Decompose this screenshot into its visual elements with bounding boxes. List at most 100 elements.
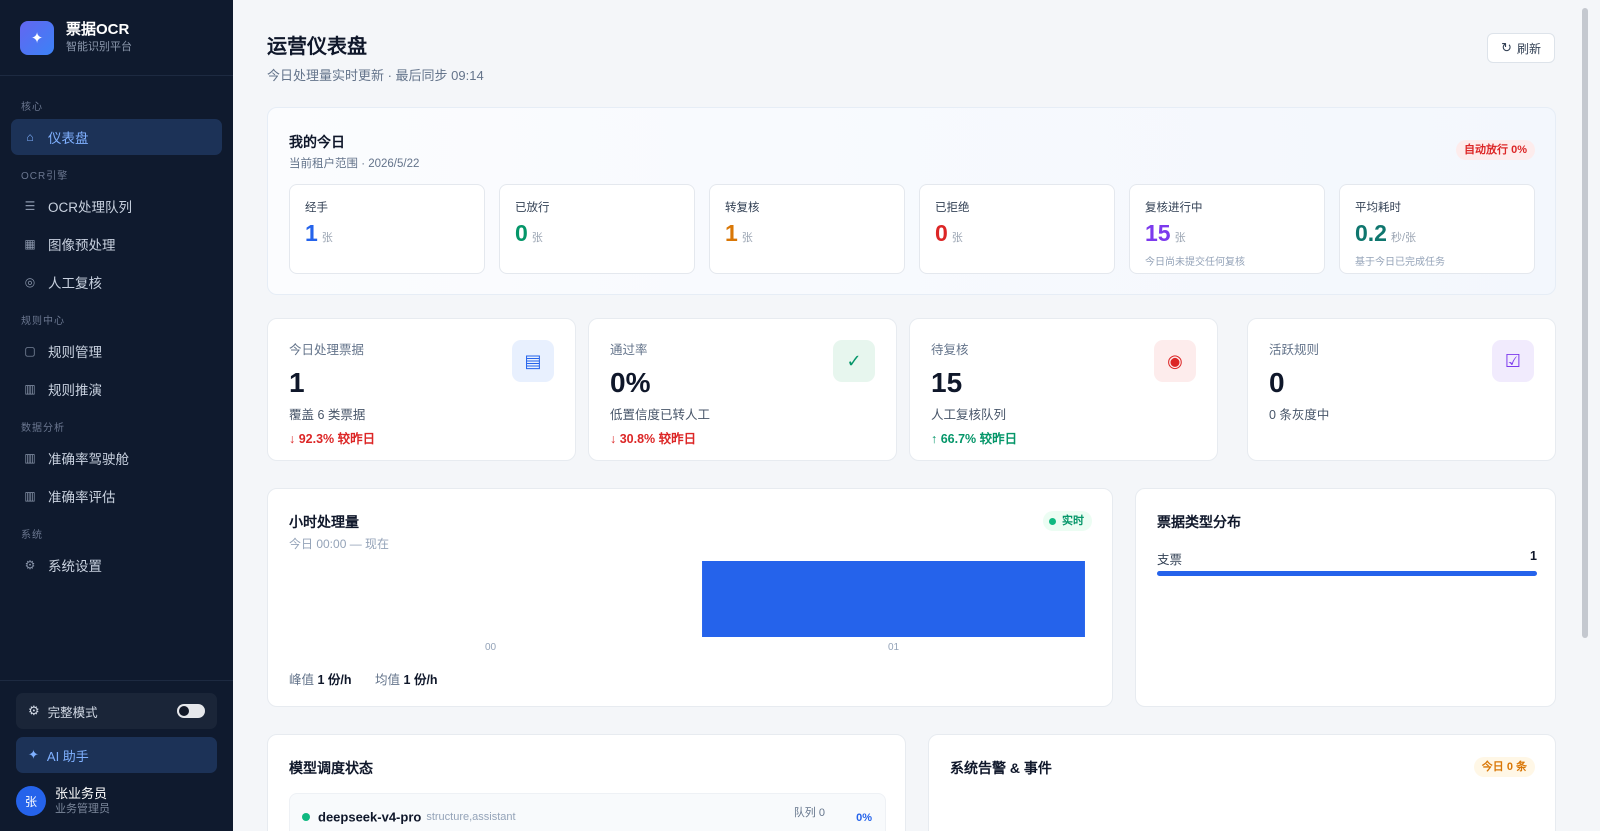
avg-stat: 均值 1 份/h xyxy=(375,673,438,687)
peak-label: 峰值 xyxy=(289,673,315,687)
model-scheduling-panel: 模型调度状态 deepseek-v4-pro structure,assistan… xyxy=(267,734,906,831)
home-icon: ⌂ xyxy=(26,130,34,144)
page-header: 运营仪表盘 今日处理量实时更新 · 最后同步 09:14 ↻ 刷新 xyxy=(267,0,1555,107)
metric-value: 0 xyxy=(515,220,528,246)
ai-assistant-label: AI 助手 xyxy=(46,748,89,764)
eye-icon: ◎ xyxy=(24,275,36,289)
model-tags: structure,assistant xyxy=(426,810,516,823)
bar-chart-icon: ▥ xyxy=(24,489,36,503)
gear-icon: ⚙ xyxy=(28,703,40,718)
sidebar-item-accuracy-eval[interactable]: ▥ 准确率评估 xyxy=(11,478,222,514)
image-grid-icon: ▦ xyxy=(24,237,36,251)
today-metric-card[interactable]: 已放行 0张 xyxy=(499,184,695,274)
section-subtitle: 今日 00:00 — 现在 xyxy=(289,537,390,551)
sidebar-item-label: OCR处理队列 xyxy=(48,200,132,215)
hourly-summary: 峰值 1 份/h 均值 1 份/h xyxy=(289,669,438,688)
section-title: 小时处理量 xyxy=(289,514,359,530)
user-role: 业务管理员 xyxy=(55,802,110,815)
check-icon: ✓ xyxy=(833,340,875,382)
sidebar-item-label: 规则管理 xyxy=(48,345,102,360)
avg-label: 均值 xyxy=(375,673,401,687)
ticket-type-distribution-panel: 票据类型分布 支票 1 xyxy=(1135,488,1556,707)
metric-value: 1 xyxy=(305,220,318,246)
bar-chart-icon: ▥ xyxy=(24,451,36,465)
sidebar-footer: ⚙ 完整模式 ✦ AI 助手 张 张业务员 业务管理员 xyxy=(0,680,233,831)
today-metric-card[interactable]: 已拒绝 0张 xyxy=(919,184,1115,274)
nav-group-label: 核心 xyxy=(21,102,43,113)
sidebar-item-rule-simulation[interactable]: ▥ 规则推演 xyxy=(11,371,222,407)
metric-unit: 张 xyxy=(951,232,963,244)
sidebar-item-ocr-queue[interactable]: ☰ OCR处理队列 xyxy=(11,188,222,224)
x-tick-label: 00 xyxy=(485,642,497,653)
metric-label: 平均耗时 xyxy=(1355,202,1401,214)
metric-label: 已放行 xyxy=(515,202,550,214)
model-row[interactable]: deepseek-v4-pro structure,assistant 队列 0 … xyxy=(289,793,886,831)
today-metric-card[interactable]: 转复核 1张 xyxy=(709,184,905,274)
metric-value-line: 15 张 xyxy=(1145,219,1309,252)
metric-value: 15 xyxy=(1145,220,1171,246)
user-name: 张业务员 xyxy=(55,785,108,801)
model-load-percent: 0% xyxy=(856,812,872,824)
sparkle-icon: ✦ xyxy=(20,20,54,55)
metric-value: 0.2 xyxy=(1355,220,1387,246)
today-metric-card[interactable]: 复核进行中 15 张 今日尚未提交任何复核 xyxy=(1129,184,1325,274)
sidebar-nav: 核心 ⌂ 仪表盘 OCR引擎 ☰ OCR处理队列 ▦ 图像预处理 ◎ 人工复核 … xyxy=(0,76,233,583)
ai-assistant-button[interactable]: ✦ AI 助手 xyxy=(16,737,217,773)
nav-group-label: OCR引擎 xyxy=(21,171,69,182)
full-mode-row: ⚙ 完整模式 xyxy=(16,693,217,729)
stat-card-processed[interactable]: 今日处理票据 1 覆盖 6 类票据 ↓ 92.3% 较昨日 ▤ xyxy=(267,318,576,461)
metric-unit: 张 xyxy=(1174,232,1186,244)
stat-desc: 人工复核队列 xyxy=(931,408,1007,422)
brand-name: 票据OCR xyxy=(66,20,130,38)
user-profile[interactable]: 张 张业务员 业务管理员 xyxy=(16,781,217,821)
sidebar-item-dashboard[interactable]: ⌂ 仪表盘 xyxy=(11,119,222,155)
stat-card-pending-review[interactable]: 待复核 15 人工复核队列 ↑ 66.7% 较昨日 ◉ xyxy=(909,318,1218,461)
metric-label: 复核进行中 xyxy=(1145,202,1203,214)
brand[interactable]: ✦ 票据OCR 智能识别平台 xyxy=(0,0,233,76)
chart-bar-01[interactable] xyxy=(702,561,1085,637)
stat-card-pass-rate[interactable]: 通过率 0% 低置信度已转人工 ↓ 30.8% 较昨日 ✓ xyxy=(588,318,897,461)
metric-value: 1 xyxy=(725,220,738,246)
metric-unit: 张 xyxy=(531,232,543,244)
sidebar-item-settings[interactable]: ⚙ 系统设置 xyxy=(11,547,222,583)
list-icon: ☰ xyxy=(24,199,36,213)
refresh-icon: ↻ xyxy=(1501,40,1512,55)
status-dot-icon xyxy=(302,812,310,821)
page-subtitle: 今日处理量实时更新 · 最后同步 09:14 xyxy=(267,68,484,83)
peak-stat: 峰值 1 份/h xyxy=(289,673,352,687)
peak-value: 1 份/h xyxy=(317,673,352,687)
page-scrollbar[interactable] xyxy=(1582,8,1588,638)
section-title: 模型调度状态 xyxy=(289,760,373,776)
sidebar-item-image-preprocess[interactable]: ▦ 图像预处理 xyxy=(11,226,222,262)
stat-card-active-rules[interactable]: 活跃规则 0 0 条灰度中 ☑ xyxy=(1247,318,1556,461)
eye-icon: ◉ xyxy=(1154,340,1196,382)
metric-value-line: 1张 xyxy=(305,219,469,252)
metric-label: 经手 xyxy=(305,202,328,214)
distribution-label: 支票 xyxy=(1157,553,1183,567)
sidebar-item-label: 系统设置 xyxy=(48,559,102,574)
bar-chart-icon: ▥ xyxy=(24,382,36,396)
today-metric-card[interactable]: 平均耗时 0.2 秒/张 基于今日已完成任务 xyxy=(1339,184,1535,274)
model-name: deepseek-v4-pro xyxy=(318,809,422,825)
brand-subtitle: 智能识别平台 xyxy=(66,40,132,53)
nav-group-label: 规则中心 xyxy=(21,316,65,327)
refresh-label: 刷新 xyxy=(1516,41,1541,56)
section-title: 我的今日 xyxy=(289,134,345,150)
refresh-button[interactable]: ↻ 刷新 xyxy=(1487,33,1555,63)
metric-value-line: 0张 xyxy=(515,219,679,252)
sidebar-item-manual-review[interactable]: ◎ 人工复核 xyxy=(11,264,222,300)
alert-count-badge: 今日 0 条 xyxy=(1473,757,1535,777)
stat-desc: 低置信度已转人工 xyxy=(610,408,711,422)
today-metric-card[interactable]: 经手 1张 xyxy=(289,184,485,274)
full-mode-toggle[interactable] xyxy=(177,704,205,718)
metric-value-line: 0张 xyxy=(935,219,1099,252)
stat-desc: 0 条灰度中 xyxy=(1269,408,1330,422)
sidebar-item-rule-management[interactable]: ▢ 规则管理 xyxy=(11,333,222,369)
metric-unit: 秒/张 xyxy=(1390,232,1417,244)
section-subtitle: 当前租户范围 · 2026/5/22 xyxy=(289,158,420,170)
distribution-row[interactable]: 支票 1 xyxy=(1157,549,1537,568)
live-dot-icon xyxy=(1049,517,1056,525)
metric-value-line: 1张 xyxy=(725,219,889,252)
sidebar-item-accuracy-cockpit[interactable]: ▥ 准确率驾驶舱 xyxy=(11,440,222,476)
my-today-panel: 我的今日 当前租户范围 · 2026/5/22 自动放行 0% 经手 1张 已放… xyxy=(267,107,1556,295)
